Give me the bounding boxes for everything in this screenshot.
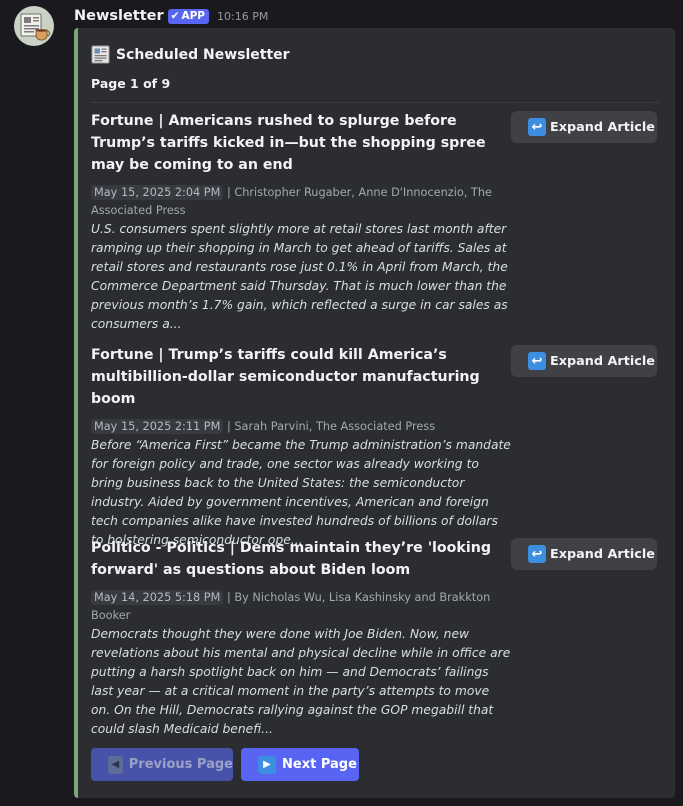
expand-article-button[interactable]: ↩ Expand Article — [511, 111, 657, 143]
embed-title-text: Scheduled Newsletter — [116, 46, 290, 63]
article-item: Fortune | Americans rushed to splurge be… — [91, 110, 511, 334]
article-date: May 14, 2025 5:18 PM — [91, 590, 224, 605]
article-summary: Before “America First” became the Trump … — [91, 438, 511, 547]
expand-article-button[interactable]: ↩ Expand Article — [511, 345, 657, 377]
next-page-label: Next Page — [282, 757, 357, 772]
page-indicator: Page 1 of 9 — [91, 76, 171, 91]
left-arrow-icon: ◀ — [108, 755, 123, 774]
article-date: May 15, 2025 2:04 PM — [91, 185, 224, 200]
right-arrow-icon: ▶ — [258, 755, 276, 774]
article-summary: Democrats thought they were done with Jo… — [91, 627, 511, 736]
expand-article-label: Expand Article — [550, 546, 655, 562]
embed-title: Scheduled Newsletter — [91, 44, 290, 65]
previous-page-button[interactable]: ◀ Previous Page — [91, 748, 233, 781]
expand-article-label: Expand Article — [550, 353, 655, 369]
article-meta: May 14, 2025 5:18 PM | By Nicholas Wu, L… — [91, 589, 511, 625]
article-date: May 15, 2025 2:11 PM — [91, 419, 224, 434]
expand-icon: ↩ — [528, 118, 546, 136]
expand-article-label: Expand Article — [550, 119, 655, 135]
article-title: Fortune | Americans rushed to splurge be… — [91, 113, 486, 173]
next-page-button[interactable]: ▶ Next Page — [241, 748, 359, 781]
expand-article-button[interactable]: ↩ Expand Article — [511, 538, 657, 570]
article-authors: | Sarah Parvini, The Associated Press — [226, 420, 436, 433]
article-meta: May 15, 2025 2:04 PM | Christopher Rugab… — [91, 184, 511, 220]
article-summary: U.S. consumers spent slightly more at re… — [91, 222, 508, 331]
app-badge: ✔ APP — [167, 8, 209, 24]
expand-icon: ↩ — [528, 545, 546, 563]
article-title: Fortune | Trump’s tariffs could kill Ame… — [91, 347, 480, 407]
embed-divider — [91, 102, 659, 103]
bot-name[interactable]: Newsletter — [74, 8, 164, 24]
bot-avatar[interactable] — [14, 6, 54, 46]
message-timestamp: 10:16 PM — [217, 9, 269, 23]
article-item: Fortune | Trump’s tariffs could kill Ame… — [91, 344, 511, 550]
article-item: Politico - Politics | Dems maintain they… — [91, 537, 511, 739]
previous-page-label: Previous Page — [128, 757, 233, 772]
article-meta: May 15, 2025 2:11 PM | Sarah Parvini, Th… — [91, 418, 511, 436]
newspaper-icon — [91, 44, 112, 65]
expand-icon: ↩ — [528, 352, 546, 370]
article-title: Politico - Politics | Dems maintain they… — [91, 540, 491, 578]
newspaper-coffee-icon — [20, 13, 51, 41]
check-icon: ✔ — [170, 10, 180, 22]
message-header: Newsletter ✔ APP 10:16 PM — [74, 6, 268, 26]
app-badge-label: APP — [181, 10, 205, 22]
newsletter-embed: Scheduled Newsletter Page 1 of 9 Fortune… — [74, 28, 675, 798]
